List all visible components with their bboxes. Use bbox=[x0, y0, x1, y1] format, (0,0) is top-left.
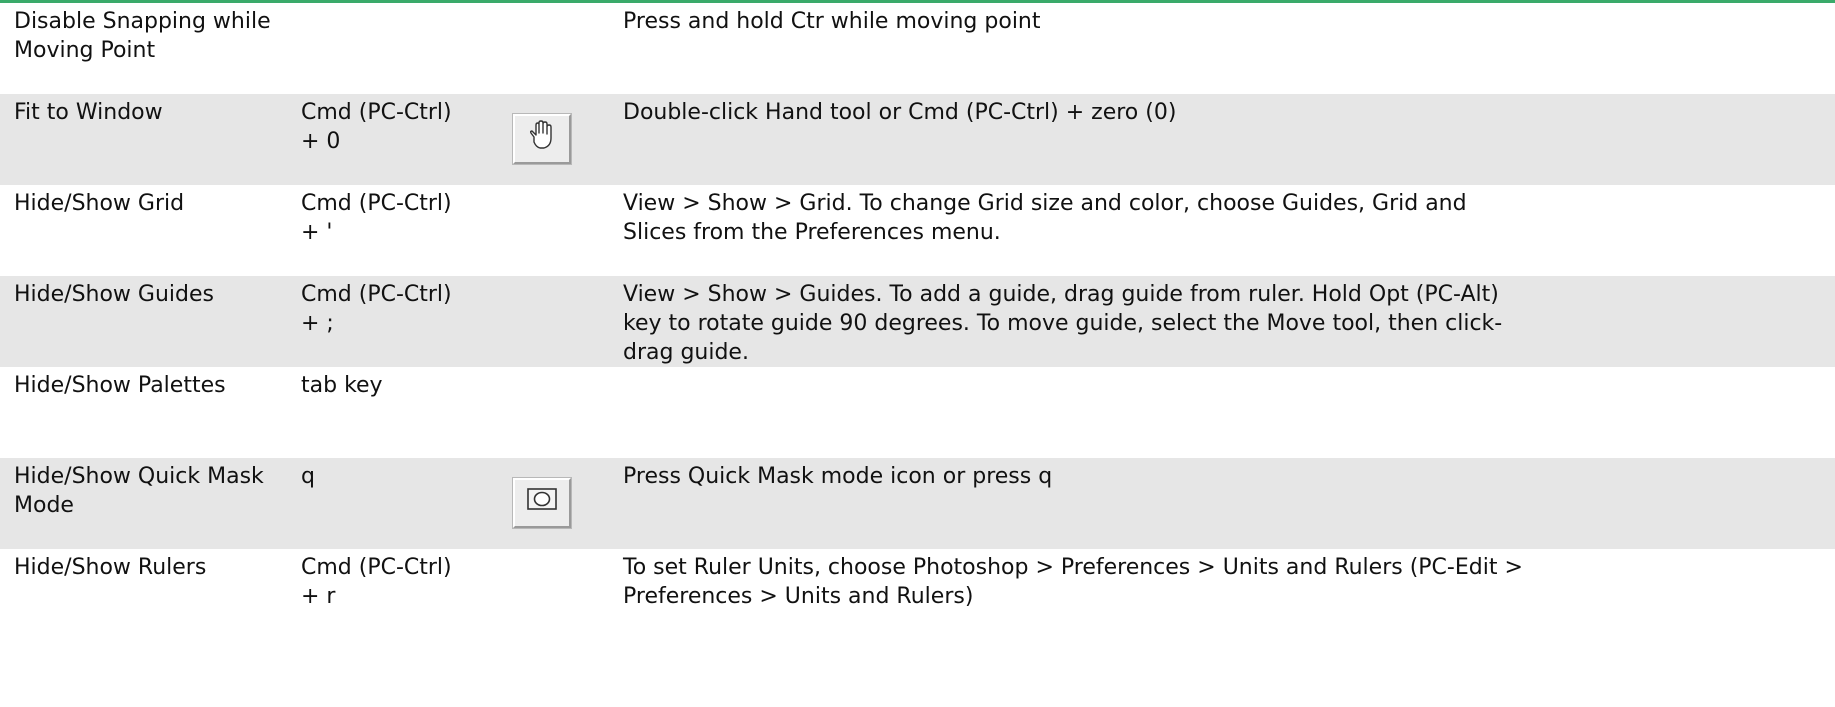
shortcut-keys: Cmd (PC-Ctrl) + ' bbox=[301, 191, 459, 245]
command-description: Double-click Hand tool or Cmd (PC-Ctrl) … bbox=[623, 100, 1177, 125]
table-row: Hide/Show Palettes tab key bbox=[0, 367, 1835, 458]
table-row: Fit to Window Cmd (PC-Ctrl) + 0 Double-c… bbox=[0, 94, 1835, 185]
command-description: View > Show > Guides. To add a guide, dr… bbox=[623, 282, 1506, 365]
command-name: Fit to Window bbox=[14, 100, 163, 125]
table-row: Hide/Show Guides Cmd (PC-Ctrl) + ; View … bbox=[0, 276, 1835, 367]
command-description: Press Quick Mask mode icon or press q bbox=[623, 464, 1053, 489]
command-description: To set Ruler Units, choose Photoshop > P… bbox=[623, 555, 1530, 609]
hand-tool-button[interactable] bbox=[513, 114, 571, 164]
table-row: Hide/Show Quick Mask Mode q Press Quick … bbox=[0, 458, 1835, 549]
command-name: Hide/Show Palettes bbox=[14, 373, 226, 398]
shortcut-keys: Cmd (PC-Ctrl) + r bbox=[301, 555, 459, 609]
hand-tool-icon bbox=[525, 118, 559, 160]
command-description: View > Show > Grid. To change Grid size … bbox=[623, 191, 1474, 245]
command-name: Disable Snapping while Moving Point bbox=[14, 9, 278, 63]
shortcut-table: Disable Snapping while Moving Point Pres… bbox=[0, 0, 1835, 707]
command-name: Hide/Show Rulers bbox=[14, 555, 207, 580]
command-description: Press and hold Ctr while moving point bbox=[623, 9, 1041, 34]
command-name: Hide/Show Quick Mask Mode bbox=[14, 464, 271, 518]
shortcut-keys: tab key bbox=[301, 373, 383, 398]
command-name: Hide/Show Guides bbox=[14, 282, 214, 307]
quick-mask-button[interactable] bbox=[513, 478, 571, 528]
shortcut-keys: Cmd (PC-Ctrl) + ; bbox=[301, 282, 459, 336]
quick-mask-icon bbox=[525, 485, 559, 521]
table-row: Hide/Show Grid Cmd (PC-Ctrl) + ' View > … bbox=[0, 185, 1835, 276]
table-row: Hide/Show Rulers Cmd (PC-Ctrl) + r To se… bbox=[0, 549, 1835, 640]
command-name: Hide/Show Grid bbox=[14, 191, 185, 216]
shortcut-keys: Cmd (PC-Ctrl) + 0 bbox=[301, 100, 459, 154]
shortcut-keys: q bbox=[301, 464, 315, 489]
table-row: Disable Snapping while Moving Point Pres… bbox=[0, 3, 1835, 94]
